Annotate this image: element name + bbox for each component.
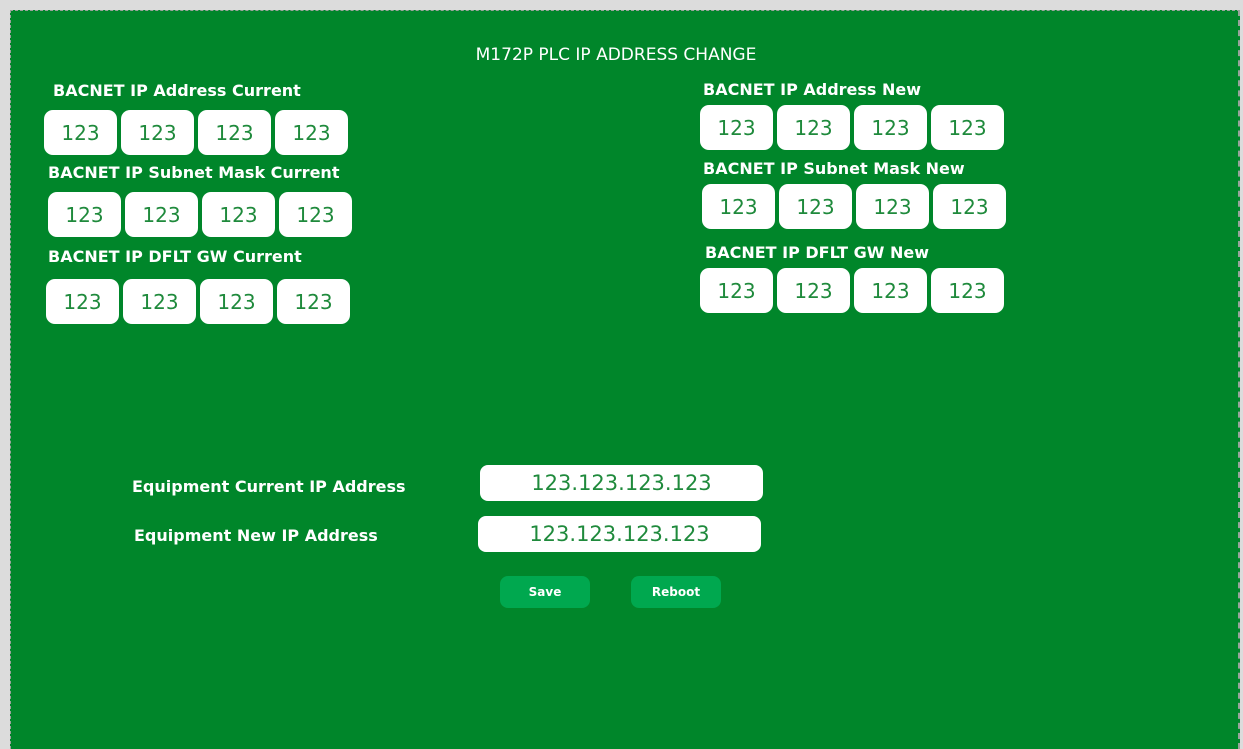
equipment-current-ip-field[interactable]: 123.123.123.123	[480, 465, 763, 501]
new-gw-octet-4[interactable]: 123	[931, 268, 1004, 313]
equipment-new-ip-label: Equipment New IP Address	[134, 526, 378, 545]
current-gw-label: BACNET IP DFLT GW Current	[48, 247, 302, 266]
new-ip-octet-3[interactable]: 123	[854, 105, 927, 150]
new-ip-row: 123 123 123 123	[700, 105, 1004, 150]
reboot-button[interactable]: Reboot	[631, 576, 721, 608]
new-gw-octet-2[interactable]: 123	[777, 268, 850, 313]
current-subnet-row: 123 123 123 123	[48, 192, 352, 237]
new-gw-octet-1[interactable]: 123	[700, 268, 773, 313]
new-subnet-octet-4[interactable]: 123	[933, 184, 1006, 229]
ip-config-panel: M172P PLC IP ADDRESS CHANGE BACNET IP Ad…	[10, 10, 1240, 749]
new-gw-octet-3[interactable]: 123	[854, 268, 927, 313]
new-gw-row: 123 123 123 123	[700, 268, 1004, 313]
current-ip-octet-1[interactable]: 123	[44, 110, 117, 155]
current-gw-octet-4[interactable]: 123	[277, 279, 350, 324]
current-gw-octet-2[interactable]: 123	[123, 279, 196, 324]
current-ip-octet-2[interactable]: 123	[121, 110, 194, 155]
new-subnet-octet-3[interactable]: 123	[856, 184, 929, 229]
new-gw-label: BACNET IP DFLT GW New	[705, 243, 929, 262]
new-ip-label: BACNET IP Address New	[703, 80, 922, 99]
current-subnet-octet-2[interactable]: 123	[125, 192, 198, 237]
save-button[interactable]: Save	[500, 576, 590, 608]
new-subnet-octet-2[interactable]: 123	[779, 184, 852, 229]
new-subnet-row: 123 123 123 123	[702, 184, 1006, 229]
current-gw-octet-1[interactable]: 123	[46, 279, 119, 324]
current-ip-row: 123 123 123 123	[44, 110, 348, 155]
new-ip-octet-1[interactable]: 123	[700, 105, 773, 150]
new-subnet-label: BACNET IP Subnet Mask New	[703, 159, 965, 178]
current-gw-octet-3[interactable]: 123	[200, 279, 273, 324]
new-ip-octet-4[interactable]: 123	[931, 105, 1004, 150]
new-subnet-octet-1[interactable]: 123	[702, 184, 775, 229]
current-ip-octet-4[interactable]: 123	[275, 110, 348, 155]
current-subnet-octet-1[interactable]: 123	[48, 192, 121, 237]
current-subnet-octet-4[interactable]: 123	[279, 192, 352, 237]
current-ip-octet-3[interactable]: 123	[198, 110, 271, 155]
new-ip-octet-2[interactable]: 123	[777, 105, 850, 150]
current-subnet-label: BACNET IP Subnet Mask Current	[48, 163, 340, 182]
equipment-new-ip-field[interactable]: 123.123.123.123	[478, 516, 761, 552]
current-ip-label: BACNET IP Address Current	[53, 81, 301, 100]
current-gw-row: 123 123 123 123	[46, 279, 350, 324]
current-subnet-octet-3[interactable]: 123	[202, 192, 275, 237]
equipment-current-ip-label: Equipment Current IP Address	[132, 477, 406, 496]
page-title: M172P PLC IP ADDRESS CHANGE	[475, 45, 757, 65]
